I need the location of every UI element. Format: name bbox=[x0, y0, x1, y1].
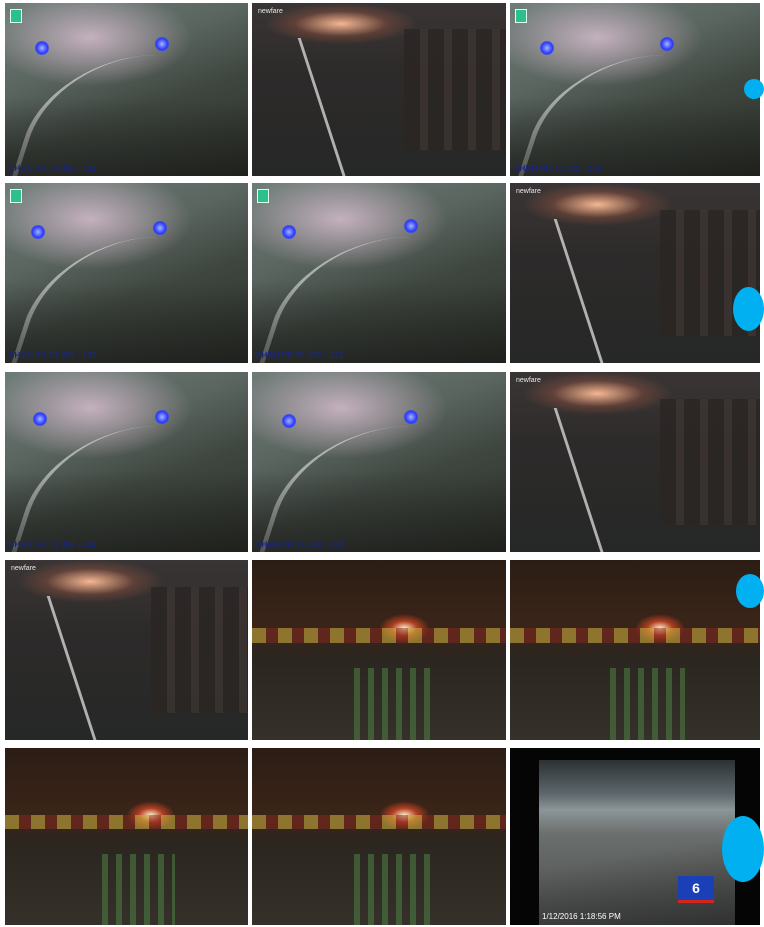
tunnel-fire-scene-r4c2 bbox=[252, 560, 506, 740]
tunnel-camera-frame-r1c3: SHBN PR T1 382 - 132 bbox=[510, 3, 760, 176]
blue-light-icon bbox=[35, 41, 49, 55]
camera-caption: SHBN PR T1 382 - 132 bbox=[9, 164, 97, 173]
blue-light-icon bbox=[282, 414, 296, 428]
camera-badge-icon bbox=[10, 189, 22, 203]
blue-light-icon bbox=[155, 37, 169, 51]
row-divider bbox=[0, 365, 764, 369]
camera-caption: SHBN PR T1 382 - 132 bbox=[9, 540, 97, 549]
accent-dot bbox=[722, 816, 764, 882]
camera-badge-icon bbox=[257, 189, 269, 203]
tunnel-fire-frame-r3c3: newfare bbox=[510, 372, 760, 552]
accent-dot bbox=[733, 287, 764, 331]
tunnel-fire-frame-r4c1: newfare bbox=[5, 560, 248, 740]
blue-light-icon bbox=[660, 37, 674, 51]
blue-light-icon bbox=[404, 410, 418, 424]
camera-caption: SHBN PR T1 382 - 132 bbox=[9, 351, 97, 360]
blue-light-icon bbox=[33, 412, 47, 426]
blue-light-icon bbox=[540, 41, 554, 55]
source-tag: newfare bbox=[258, 8, 283, 15]
tunnel-camera-frame-r3c1: SHBN PR T1 382 - 132 bbox=[5, 372, 248, 552]
camera-collage: SHBN PR T1 382 - 132 newfare SHBN PR T1 … bbox=[0, 0, 764, 927]
tunnel-fire-frame-r2c3: newfare bbox=[510, 183, 760, 363]
tunnel-fire-scene-r4c3 bbox=[510, 560, 760, 740]
news-logo: 6 bbox=[678, 876, 714, 903]
blue-light-icon bbox=[282, 225, 296, 239]
tunnel-camera-frame-r1c1: SHBN PR T1 382 - 132 bbox=[5, 3, 248, 176]
camera-caption: SHBN PR T1 382 - 132 bbox=[256, 540, 344, 549]
tunnel-camera-frame-r2c2: SHBN PR T1 382 - 132 bbox=[252, 183, 506, 363]
timestamp: 1/12/2016 1:18:56 PM bbox=[542, 912, 621, 921]
tunnel-camera-frame-r3c2: SHBN PR T1 382 - 132 bbox=[252, 372, 506, 552]
camera-badge-icon bbox=[10, 9, 22, 23]
blue-light-icon bbox=[31, 225, 45, 239]
tunnel-fire-scene-r5c1 bbox=[5, 748, 248, 925]
blue-light-icon bbox=[404, 219, 418, 233]
blue-light-icon bbox=[155, 410, 169, 424]
tunnel-fire-frame-r1c2: newfare bbox=[252, 3, 506, 176]
accent-dot bbox=[744, 79, 764, 99]
row-divider bbox=[0, 741, 764, 745]
source-tag: newfare bbox=[516, 188, 541, 195]
accent-dot bbox=[736, 574, 764, 608]
row-divider bbox=[0, 553, 764, 557]
blue-light-icon bbox=[153, 221, 167, 235]
tunnel-fire-scene-r5c2 bbox=[252, 748, 506, 925]
row-divider bbox=[0, 177, 764, 181]
camera-badge-icon bbox=[515, 9, 527, 23]
camera-caption: SHBN PR T1 382 - 132 bbox=[514, 164, 602, 173]
source-tag: newfare bbox=[11, 565, 36, 572]
tunnel-camera-frame-r2c1: SHBN PR T1 382 - 132 bbox=[5, 183, 248, 363]
source-tag: newfare bbox=[516, 377, 541, 384]
camera-caption: SHBN PR T1 382 - 132 bbox=[256, 351, 344, 360]
